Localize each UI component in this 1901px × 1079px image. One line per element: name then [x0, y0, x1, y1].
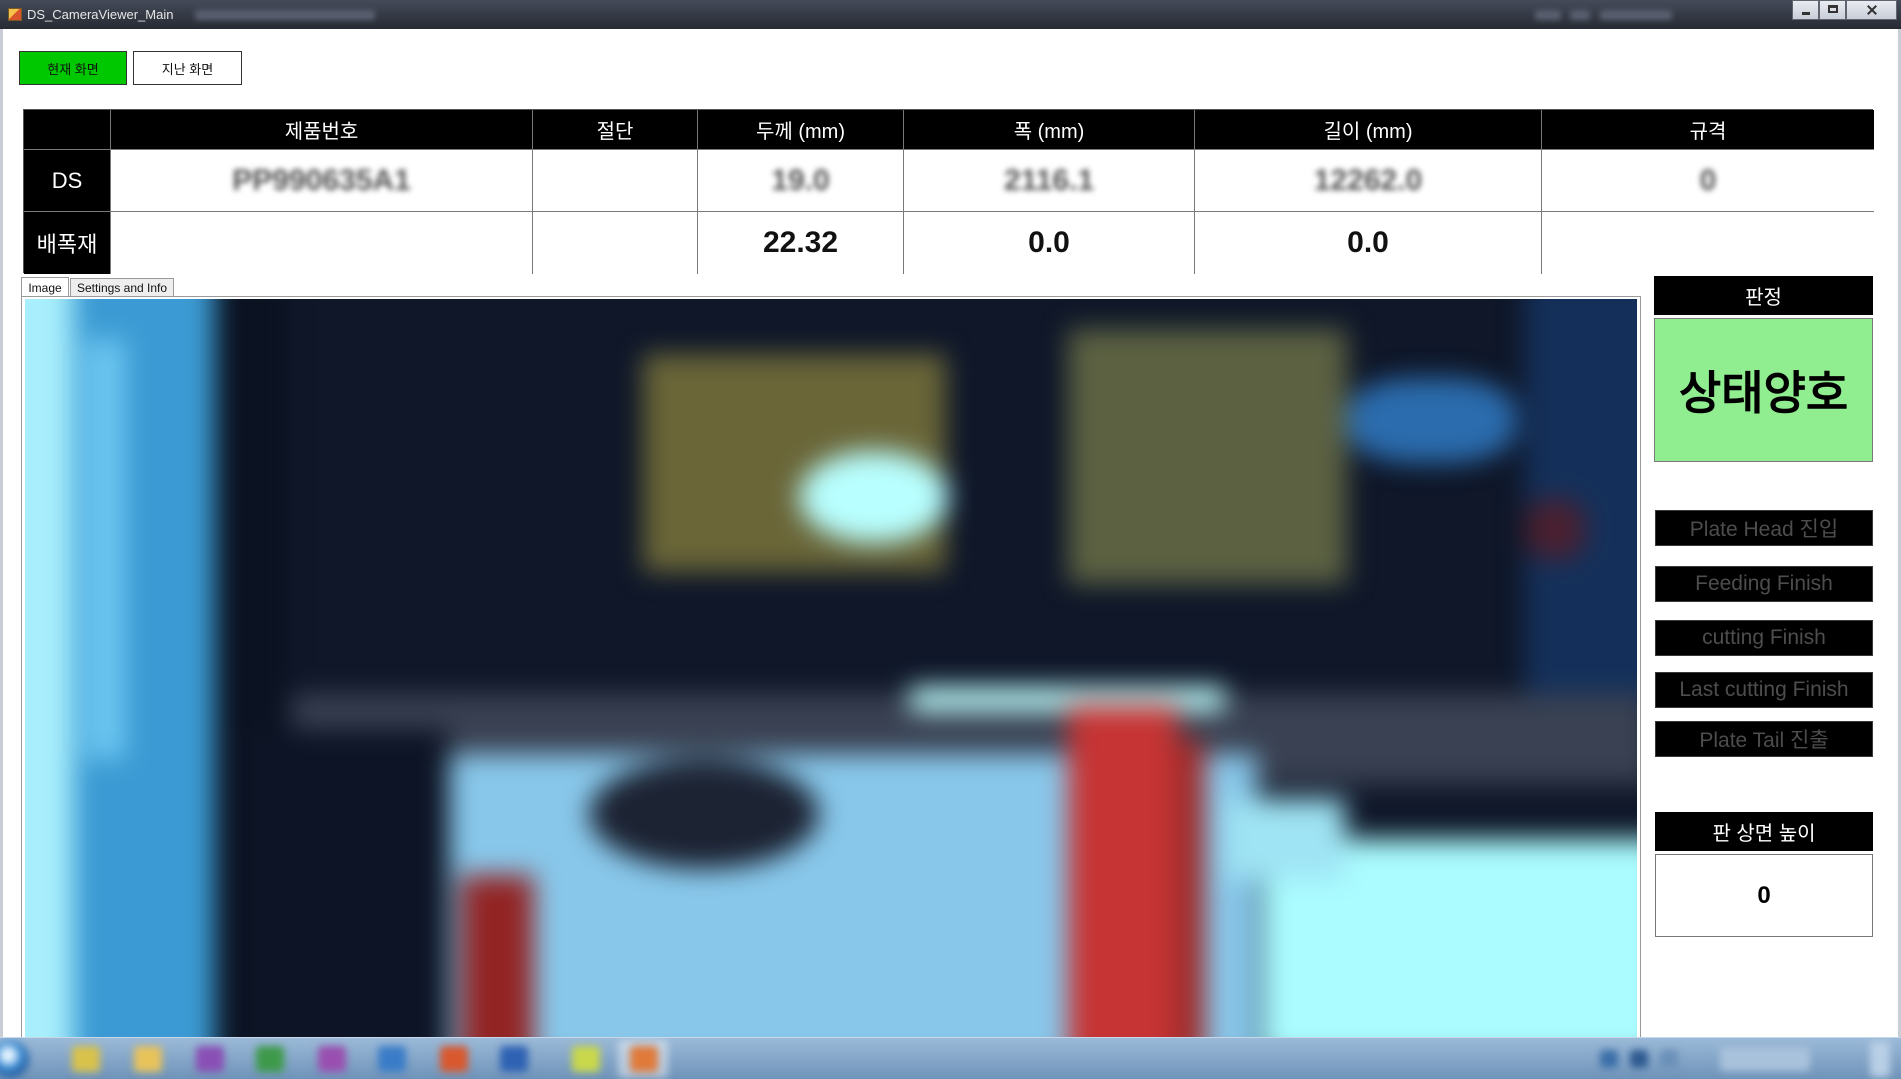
camera-scene-blob	[243, 729, 449, 1040]
tray-icon[interactable]	[1660, 1050, 1678, 1068]
window-title-bar[interactable]: DS_CameraViewer_Main	[0, 0, 1901, 29]
taskbar-app-icon[interactable]	[572, 1046, 600, 1072]
camera-scene-blob	[85, 339, 125, 759]
taskbar-clock[interactable]	[1720, 1047, 1810, 1071]
ds-width-value: 2116.1	[1003, 163, 1095, 197]
ds-thickness: 19.0	[698, 150, 904, 212]
header-product-number: 제품번호	[111, 110, 533, 150]
trim-thickness: 22.32	[698, 212, 904, 274]
close-button[interactable]	[1846, 0, 1897, 20]
row-label-side-trim: 배폭재	[24, 212, 111, 274]
taskbar-app-icon[interactable]	[256, 1046, 284, 1072]
signal-last-cutting-finish: Last cutting Finish	[1655, 672, 1873, 708]
judgment-status: 상태양호	[1654, 318, 1873, 462]
signal-plate-head-entry: Plate Head 진입	[1655, 510, 1873, 546]
signal-cutting-finish: cutting Finish	[1655, 620, 1873, 656]
camera-scene-blob	[1525, 499, 1585, 559]
trim-product-number	[111, 212, 533, 274]
table-header-corner	[24, 110, 111, 150]
ds-product-number: PP990635A1	[111, 150, 533, 212]
maximize-icon	[1828, 5, 1838, 13]
trim-width: 0.0	[904, 212, 1195, 274]
product-info-table: 제품번호 절단 두께 (mm) 폭 (mm) 길이 (mm) 규격 DS PP9…	[23, 109, 1874, 274]
row-label-ds: DS	[24, 150, 111, 212]
camera-scene-blob	[461, 875, 534, 1040]
ds-spec: 0	[1542, 150, 1874, 212]
header-spec: 규격	[1542, 110, 1874, 150]
current-view-button[interactable]: 현재 화면	[19, 51, 127, 85]
taskbar-app-icon[interactable]	[378, 1046, 406, 1072]
trim-spec	[1542, 212, 1874, 274]
window-title: DS_CameraViewer_Main	[27, 7, 174, 22]
camera-scene-blob	[25, 299, 75, 1040]
camera-scene-blob	[1225, 799, 1345, 879]
taskbar-app-icon[interactable]	[630, 1046, 658, 1072]
previous-view-button[interactable]: 지난 화면	[133, 51, 242, 85]
ds-thickness-value: 19.0	[771, 163, 830, 197]
taskbar-app-icon[interactable]	[500, 1046, 528, 1072]
taskbar-app-icon[interactable]	[318, 1046, 346, 1072]
trim-length: 0.0	[1195, 212, 1542, 274]
camera-scene-blob	[1068, 705, 1177, 1040]
taskbar-app-icon[interactable]	[72, 1046, 100, 1072]
ds-spec-value: 0	[1699, 163, 1717, 197]
tab-image[interactable]: Image	[21, 277, 69, 297]
blurred-tray-icon	[1570, 10, 1590, 20]
camera-scene-blob	[589, 759, 819, 869]
ds-product-number-value: PP990635A1	[232, 163, 411, 197]
image-tab-panel	[21, 296, 1641, 1041]
camera-scene-blob	[1175, 739, 1205, 1040]
minimize-button[interactable]	[1792, 0, 1819, 20]
header-cut: 절단	[533, 110, 698, 150]
signal-plate-tail-exit: Plate Tail 진출	[1655, 721, 1873, 757]
plate-height-title: 판 상면 높이	[1655, 812, 1873, 851]
ds-length: 12262.0	[1195, 150, 1542, 212]
header-thickness: 두께 (mm)	[698, 110, 904, 150]
start-button[interactable]	[0, 1040, 29, 1078]
camera-image	[25, 299, 1637, 1040]
blurred-title-info	[1600, 10, 1672, 20]
window-frame-left	[0, 29, 3, 1037]
ds-cut	[533, 150, 698, 212]
taskbar-app-icon[interactable]	[134, 1046, 162, 1072]
signal-feeding-finish: Feeding Finish	[1655, 566, 1873, 602]
taskbar-app-icon[interactable]	[196, 1046, 224, 1072]
tray-icon[interactable]	[1630, 1050, 1648, 1068]
header-length: 길이 (mm)	[1195, 110, 1542, 150]
taskbar-app-icon[interactable]	[440, 1046, 468, 1072]
blurred-tray-icon	[1535, 10, 1561, 20]
show-desktop-button[interactable]	[1870, 1041, 1890, 1077]
trim-cut	[533, 212, 698, 274]
minimize-icon	[1802, 12, 1810, 15]
maximize-button[interactable]	[1819, 0, 1846, 20]
tray-icon[interactable]	[1600, 1050, 1618, 1068]
ds-width: 2116.1	[904, 150, 1195, 212]
ds-length-value: 12262.0	[1313, 163, 1423, 197]
camera-scene-blob	[1347, 378, 1516, 463]
camera-scene-blob	[799, 451, 949, 543]
header-width: 폭 (mm)	[904, 110, 1195, 150]
taskbar	[0, 1037, 1901, 1079]
tab-settings-and-info[interactable]: Settings and Info	[70, 278, 174, 297]
judgment-title: 판정	[1654, 276, 1873, 315]
blurred-title-info	[195, 10, 375, 20]
app-window-icon[interactable]	[8, 8, 22, 21]
camera-scene-blob	[1068, 329, 1347, 584]
plate-height-value: 0	[1655, 854, 1873, 937]
camera-scene	[25, 299, 1637, 1040]
taskbar-content	[0, 1038, 1901, 1079]
